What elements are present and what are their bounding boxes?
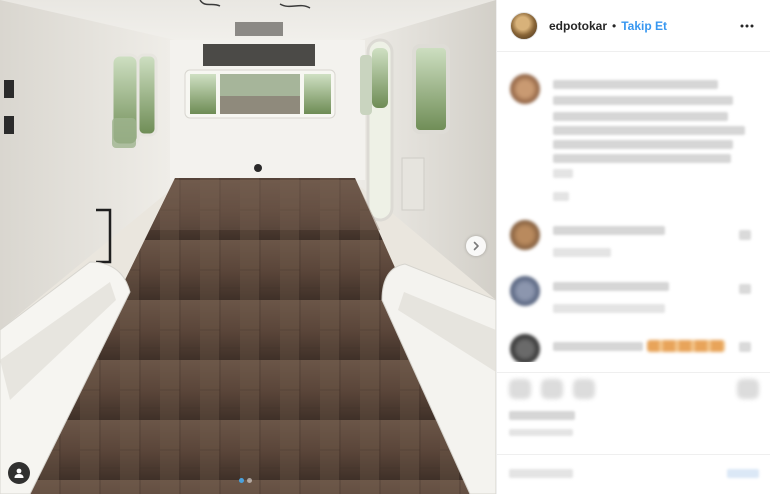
follow-button[interactable]: Takip Et (621, 19, 667, 33)
more-options-button[interactable] (737, 16, 757, 36)
blurred-caption-line (553, 96, 733, 105)
blurred-comment-line (553, 342, 643, 351)
blurred-caption-line (553, 169, 573, 178)
avatar (510, 74, 540, 104)
comment-input[interactable] (509, 469, 573, 478)
blurred-post-date (509, 429, 573, 436)
header-separator: • (612, 18, 617, 33)
carousel-dot (247, 478, 252, 483)
blurred-caption-line (553, 80, 718, 89)
avatar[interactable] (510, 11, 538, 40)
avatar (510, 334, 540, 362)
save-icon[interactable] (737, 379, 759, 399)
blurred-comment-line (553, 226, 665, 235)
blurred-caption-line (553, 154, 731, 163)
blurred-timestamp (553, 192, 569, 201)
chevron-right-icon (473, 241, 479, 251)
blurred-comment-meta (553, 304, 665, 313)
blurred-caption-line (553, 140, 733, 149)
carousel-next-button[interactable] (466, 236, 486, 256)
user-tag-icon (14, 468, 24, 478)
blurred-comment-meta (553, 248, 611, 257)
heart-icon[interactable] (739, 342, 751, 352)
post-comment-button[interactable] (727, 469, 759, 478)
more-options-icon (740, 24, 754, 27)
comment-icon[interactable] (541, 379, 563, 399)
heart-icon[interactable] (739, 284, 751, 294)
post-photo[interactable] (0, 0, 496, 494)
post-side-panel: edpotokar • Takip Et (496, 0, 770, 494)
blurred-caption-line (553, 126, 745, 135)
blurred-likes-count (509, 411, 575, 420)
comments-list (497, 52, 770, 362)
post-header: edpotokar • Takip Et (497, 0, 770, 52)
add-comment-bar (497, 454, 770, 494)
carousel-indicator (239, 478, 252, 483)
user-tag-button[interactable] (8, 462, 30, 484)
airstream-interior-image (0, 0, 496, 494)
username-link[interactable]: edpotokar (549, 19, 607, 33)
blurred-caption-line (553, 112, 728, 121)
avatar (510, 220, 540, 250)
heart-icon[interactable] (739, 230, 751, 240)
share-icon[interactable] (573, 379, 595, 399)
post-actions (497, 372, 770, 462)
blurred-comment-line (553, 282, 669, 291)
like-icon[interactable] (509, 379, 531, 399)
carousel-dot-active (239, 478, 244, 483)
blurred-emoji-run (647, 340, 725, 352)
avatar (510, 276, 540, 306)
